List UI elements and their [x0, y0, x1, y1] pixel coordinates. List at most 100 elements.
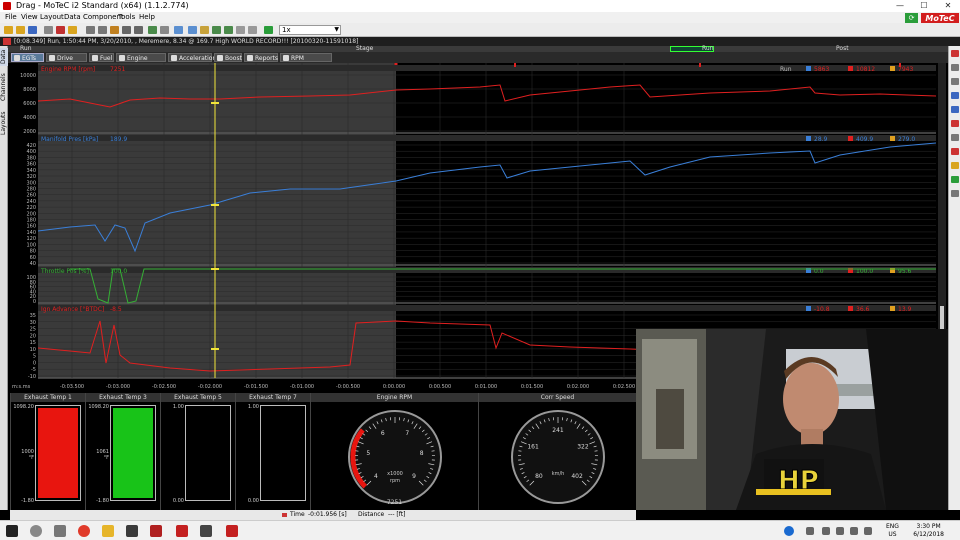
- y-tick-label: 20: [30, 333, 36, 339]
- motec-i2-icon[interactable]: [176, 525, 188, 537]
- gauge-min: -1.80: [96, 498, 109, 504]
- properties-icon[interactable]: [951, 162, 959, 169]
- y-tick-label: 6000: [23, 101, 36, 107]
- tab-label: EGTs: [22, 55, 37, 62]
- save-icon[interactable]: [28, 26, 37, 34]
- ruler-icon[interactable]: [200, 26, 209, 34]
- task-view-icon[interactable]: [54, 525, 66, 537]
- menu-data[interactable]: Data: [64, 13, 81, 21]
- tab-drive-line[interactable]: Drive Line: [46, 53, 87, 71]
- chevron-up-icon[interactable]: [822, 527, 830, 535]
- undo-icon[interactable]: [86, 26, 95, 34]
- tab-rpm-histogram[interactable]: RPM Histogram: [280, 53, 332, 71]
- dial-face: [348, 410, 442, 504]
- chrome-icon[interactable]: [78, 525, 90, 537]
- channel-icon[interactable]: [248, 26, 257, 34]
- gauge-title: Exhaust Temp 7: [236, 393, 310, 402]
- link-icon[interactable]: [174, 26, 183, 34]
- tab-egts[interactable]: EGTs: [11, 53, 44, 62]
- lock-icon[interactable]: [110, 26, 119, 34]
- tab-reports[interactable]: Reports: [244, 53, 278, 62]
- menu-tools[interactable]: Tools: [118, 13, 135, 21]
- stat-icon: [806, 136, 811, 141]
- tab-label: Fuel: [100, 55, 113, 62]
- pin-icon[interactable]: [951, 50, 959, 57]
- start-icon[interactable]: [6, 525, 18, 537]
- sigma-icon[interactable]: [951, 64, 959, 71]
- tab-layouts[interactable]: Layouts: [0, 108, 8, 138]
- marker-icon[interactable]: [951, 120, 959, 127]
- layout-icon[interactable]: [148, 26, 157, 34]
- delta-icon[interactable]: [951, 78, 959, 85]
- clock[interactable]: 3:30 PM 6/12/2018: [913, 523, 944, 539]
- time-tick-label: 0:02.000: [567, 384, 589, 390]
- zoom-out-icon[interactable]: [951, 106, 959, 113]
- photos-icon[interactable]: [200, 525, 212, 537]
- settings-icon[interactable]: [236, 26, 245, 34]
- time-tick-label: -0:02.000: [198, 384, 222, 390]
- zoom-in-icon[interactable]: [951, 92, 959, 99]
- cut-icon[interactable]: [56, 26, 65, 34]
- y-tick-label: 10: [30, 347, 36, 353]
- people-icon[interactable]: [806, 527, 814, 535]
- print-icon[interactable]: [44, 26, 53, 34]
- menu-layout[interactable]: Layout: [40, 13, 64, 21]
- volume-icon[interactable]: [850, 527, 858, 535]
- tab-channels[interactable]: Channels: [0, 70, 8, 104]
- cursor-value: 189.9: [110, 136, 127, 143]
- cursor-icon[interactable]: [122, 26, 131, 34]
- search-icon[interactable]: [30, 525, 42, 537]
- menu-help[interactable]: Help: [139, 13, 155, 21]
- gauge-bar-frame: [35, 405, 81, 501]
- play-icon[interactable]: [264, 26, 273, 34]
- open-folder-icon[interactable]: [16, 26, 25, 34]
- gauge-max: 1.00: [172, 404, 184, 410]
- options-icon[interactable]: [951, 190, 959, 197]
- gauge-exhaust-temp-5: Exhaust Temp 5 1.00 0.00: [160, 393, 235, 510]
- align-icon[interactable]: [951, 134, 959, 141]
- worksheet-icon: [247, 55, 253, 61]
- tab-acceleration[interactable]: Acceleration: [168, 53, 216, 62]
- scrollbar-thumb[interactable]: [940, 306, 944, 331]
- zoom-select[interactable]: 1x ▼: [279, 25, 341, 35]
- overlay-icon[interactable]: [951, 176, 959, 183]
- gauge-exhaust-temp-1: Exhaust Temp 1 1098.20 1000 °F -1.80: [10, 393, 85, 510]
- maximize-button[interactable]: ☐: [912, 0, 936, 12]
- battery-icon[interactable]: [864, 527, 872, 535]
- file-explorer-icon[interactable]: [102, 525, 114, 537]
- gauge-min: -1.80: [21, 498, 34, 504]
- table-icon[interactable]: [212, 26, 221, 34]
- measure-icon[interactable]: [160, 26, 169, 34]
- graph-icon[interactable]: [951, 148, 959, 155]
- grid-icon[interactable]: [224, 26, 233, 34]
- stat-value: 409.9: [856, 136, 873, 143]
- region-code: US: [888, 531, 897, 538]
- channel-name: Ign Advance [°BTDC]: [41, 306, 104, 313]
- distance-label: Distance: [358, 511, 385, 518]
- help-icon[interactable]: [784, 526, 794, 536]
- copy-icon[interactable]: [68, 26, 77, 34]
- tab-boost[interactable]: Boost: [214, 53, 242, 62]
- motec-i2-icon-2[interactable]: [226, 525, 238, 537]
- redo-icon[interactable]: [98, 26, 107, 34]
- app-icon-1[interactable]: [126, 525, 138, 537]
- menu-file[interactable]: File: [5, 13, 17, 21]
- tab-data[interactable]: Data: [0, 48, 8, 66]
- gauge-title: Corr Speed: [479, 393, 636, 402]
- network-icon[interactable]: [836, 527, 844, 535]
- language-indicator[interactable]: ENG US: [886, 523, 899, 539]
- app-icon-2[interactable]: [150, 525, 162, 537]
- minimize-button[interactable]: —: [888, 0, 912, 12]
- dial-scale-label: 402: [571, 473, 583, 480]
- app-icon: [3, 2, 11, 10]
- open-icon[interactable]: [4, 26, 13, 34]
- channel-name: Engine RPM [rpm]: [41, 66, 95, 73]
- pointer-icon[interactable]: [188, 26, 197, 34]
- stat-value: 13.9: [898, 306, 912, 313]
- menu-view[interactable]: View: [21, 13, 38, 21]
- zoom-icon[interactable]: [134, 26, 143, 34]
- close-button[interactable]: ✕: [936, 0, 960, 12]
- tab-fuel[interactable]: Fuel: [89, 53, 114, 62]
- tab-engine-health[interactable]: Engine Health: [116, 53, 166, 71]
- gauge-title: Exhaust Temp 1: [11, 393, 85, 402]
